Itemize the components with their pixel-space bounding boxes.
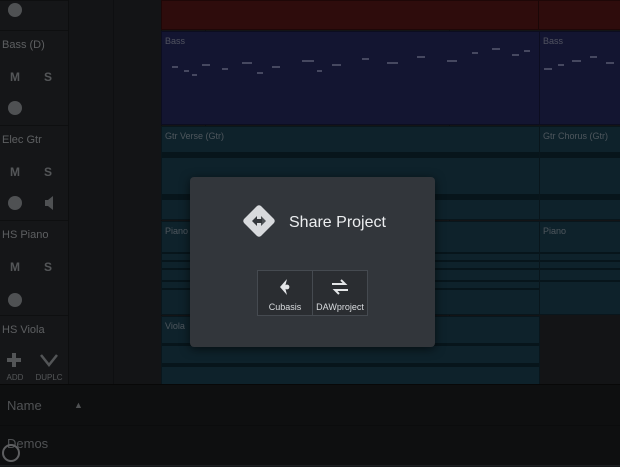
option-label: Cubasis: [268, 302, 302, 312]
cubasis-icon: [280, 279, 290, 295]
dawproject-icon: [332, 279, 348, 295]
dialog-title: Share Project: [289, 214, 386, 231]
share-icon: [243, 205, 275, 237]
option-label: DAWproject: [316, 302, 364, 312]
share-project-dialog: Share Project Cubasis DAWproject: [190, 177, 435, 347]
cubasis-option-button[interactable]: Cubasis: [257, 270, 313, 316]
dawproject-option-button[interactable]: DAWproject: [312, 270, 368, 316]
